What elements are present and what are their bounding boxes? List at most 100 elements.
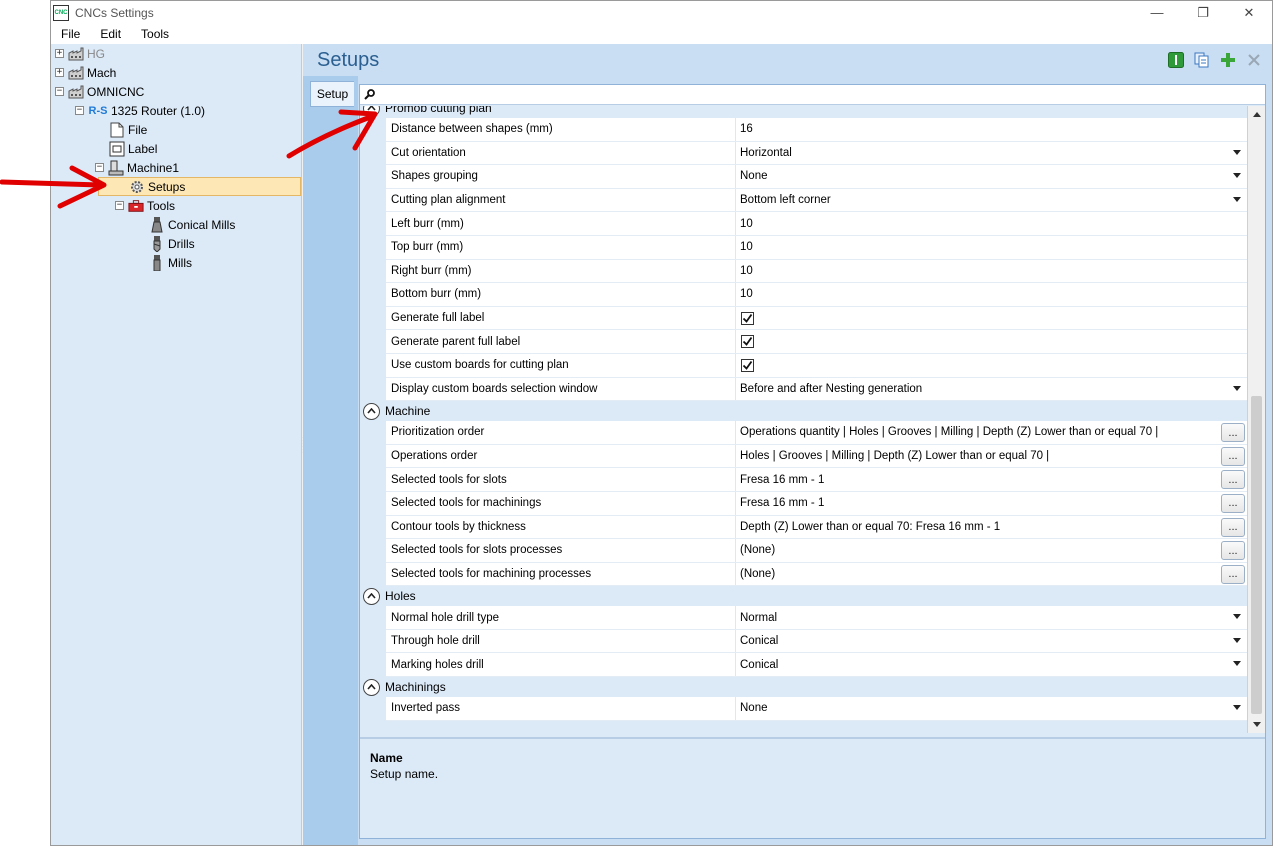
tree-item-conical-mills[interactable]: Conical Mills <box>149 215 235 234</box>
collapse-icon[interactable]: − <box>75 106 84 115</box>
property-row[interactable]: Distance between shapes (mm) 16 <box>386 118 1247 142</box>
property-value[interactable]: Fresa 16 mm - 1... <box>736 468 1247 491</box>
property-value[interactable]: Depth (Z) Lower than or equal 70: Fresa … <box>736 516 1247 539</box>
edit-collection-button[interactable]: ... <box>1221 423 1245 443</box>
property-value[interactable] <box>736 354 1247 377</box>
property-value[interactable]: None <box>736 165 1247 188</box>
tree-item-mach[interactable]: + Mach <box>55 63 116 82</box>
property-value[interactable]: Bottom left corner <box>736 189 1247 212</box>
property-row[interactable]: Operations order Holes | Grooves | Millin… <box>386 444 1247 469</box>
expand-icon[interactable]: + <box>55 68 64 77</box>
collapse-category-icon[interactable] <box>363 587 380 605</box>
property-row[interactable]: Selected tools for slots processes (None)… <box>386 539 1247 563</box>
tree-item-setups[interactable]: Setups <box>98 177 301 196</box>
copy-icon[interactable] <box>1192 50 1212 70</box>
property-value[interactable]: Normal <box>736 606 1247 629</box>
property-value[interactable]: (None)... <box>736 563 1247 586</box>
property-row[interactable]: Left burr (mm) 10 <box>386 212 1247 236</box>
edit-collection-button[interactable]: ... <box>1221 470 1245 490</box>
checkbox-checked-icon[interactable] <box>741 358 754 372</box>
property-row[interactable]: Prioritization order Operations quantity … <box>386 421 1247 445</box>
tree-item-label[interactable]: Label <box>109 139 157 158</box>
search-bar[interactable] <box>360 85 1265 105</box>
scroll-down-button[interactable] <box>1248 716 1265 733</box>
tree-item-1325-router-1-0[interactable]: − R-S 1325 Router (1.0) <box>75 101 205 120</box>
restore-button[interactable]: ❐ <box>1180 1 1226 24</box>
dropdown-arrow-icon[interactable] <box>1233 705 1241 711</box>
property-row[interactable]: Inverted pass None <box>386 697 1247 721</box>
vertical-scrollbar[interactable] <box>1247 106 1265 733</box>
checkbox-checked-icon[interactable] <box>741 311 754 325</box>
property-row[interactable]: Selected tools for slots Fresa 16 mm - 1.… <box>386 468 1247 492</box>
edit-collection-button[interactable]: ... <box>1221 446 1245 466</box>
delete-icon[interactable] <box>1244 50 1264 70</box>
property-row[interactable]: Top burr (mm) 10 <box>386 235 1247 260</box>
property-value[interactable] <box>736 330 1247 353</box>
collapse-category-icon[interactable] <box>363 678 380 696</box>
add-icon[interactable] <box>1218 50 1238 70</box>
property-value[interactable]: 10 <box>736 236 1247 259</box>
dropdown-arrow-icon[interactable] <box>1233 149 1241 155</box>
property-value[interactable]: Fresa 16 mm - 1... <box>736 492 1247 515</box>
scroll-thumb[interactable] <box>1251 396 1262 714</box>
expand-icon[interactable]: + <box>55 49 64 58</box>
minimize-button[interactable]: — <box>1134 1 1180 24</box>
property-row[interactable]: Bottom burr (mm) 10 <box>386 283 1247 307</box>
property-row[interactable]: Right burr (mm) 10 <box>386 259 1247 284</box>
dropdown-arrow-icon[interactable] <box>1233 661 1241 667</box>
property-row[interactable]: Selected tools for machinings Fresa 16 mm… <box>386 491 1247 516</box>
property-row[interactable]: Cutting plan alignment Bottom left corner <box>386 188 1247 213</box>
tree-item-hg[interactable]: + HG <box>55 44 105 63</box>
scroll-up-button[interactable] <box>1248 106 1265 123</box>
property-value[interactable]: Horizontal <box>736 142 1247 165</box>
property-row[interactable]: Shapes grouping None <box>386 165 1247 189</box>
property-row[interactable]: Use custom boards for cutting plan <box>386 353 1247 378</box>
edit-collection-button[interactable]: ... <box>1221 493 1245 513</box>
collapse-icon[interactable]: − <box>115 201 124 210</box>
property-value[interactable]: Holes | Grooves | Milling | Depth (Z) Lo… <box>736 445 1247 468</box>
property-value[interactable]: 10 <box>736 283 1247 306</box>
menu-edit[interactable]: Edit <box>90 27 131 41</box>
property-row[interactable]: Marking holes drill Conical <box>386 653 1247 678</box>
property-row[interactable]: Generate parent full label <box>386 330 1247 354</box>
property-value[interactable] <box>736 307 1247 330</box>
edit-collection-button[interactable]: ... <box>1221 517 1245 537</box>
property-value[interactable]: (None)... <box>736 539 1247 562</box>
property-row[interactable]: Selected tools for machining processes (N… <box>386 562 1247 587</box>
edit-collection-button[interactable]: ... <box>1221 564 1245 584</box>
property-row[interactable]: Generate full label <box>386 306 1247 331</box>
dropdown-arrow-icon[interactable] <box>1233 385 1241 391</box>
property-row[interactable]: Contour tools by thickness Depth (Z) Lowe… <box>386 515 1247 540</box>
dropdown-arrow-icon[interactable] <box>1233 637 1241 643</box>
property-value[interactable]: None <box>736 697 1247 720</box>
dropdown-arrow-icon[interactable] <box>1233 614 1241 620</box>
dropdown-arrow-icon[interactable] <box>1233 173 1241 179</box>
tree-item-file[interactable]: File <box>109 120 147 139</box>
property-value[interactable]: 10 <box>736 260 1247 283</box>
property-row[interactable]: Display custom boards selection window Be… <box>386 377 1247 402</box>
menu-file[interactable]: File <box>51 27 90 41</box>
property-value[interactable]: 10 <box>736 212 1247 235</box>
menu-tools[interactable]: Tools <box>131 27 179 41</box>
property-value[interactable]: 16 <box>736 118 1247 141</box>
property-row[interactable]: Cut orientation Horizontal <box>386 141 1247 166</box>
close-window-button[interactable]: ✕ <box>1226 1 1272 24</box>
tree-item-omnicnc[interactable]: − OMNICNC <box>55 82 144 101</box>
property-value[interactable]: Operations quantity | Holes | Grooves | … <box>736 421 1247 444</box>
dropdown-arrow-icon[interactable] <box>1233 196 1241 202</box>
title-bar[interactable]: CNC CNCs Settings — ❐ ✕ <box>51 1 1272 24</box>
tree-item-mills[interactable]: Mills <box>149 253 192 272</box>
tree-item-drills[interactable]: Drills <box>149 234 195 253</box>
collapse-category-icon[interactable] <box>363 402 380 420</box>
edit-collection-button[interactable]: ... <box>1221 541 1245 561</box>
info-icon[interactable] <box>1166 50 1186 70</box>
property-row[interactable]: Through hole drill Conical <box>386 629 1247 654</box>
property-row[interactable]: Normal hole drill type Normal <box>386 606 1247 630</box>
property-value[interactable]: Conical <box>736 630 1247 653</box>
property-value[interactable]: Conical <box>736 653 1247 676</box>
collapse-icon[interactable]: − <box>55 87 64 96</box>
property-name: Distance between shapes (mm) <box>386 118 736 141</box>
tree-item-tools[interactable]: − Tools <box>115 196 175 215</box>
property-value[interactable]: Before and after Nesting generation <box>736 378 1247 401</box>
checkbox-checked-icon[interactable] <box>741 335 754 349</box>
